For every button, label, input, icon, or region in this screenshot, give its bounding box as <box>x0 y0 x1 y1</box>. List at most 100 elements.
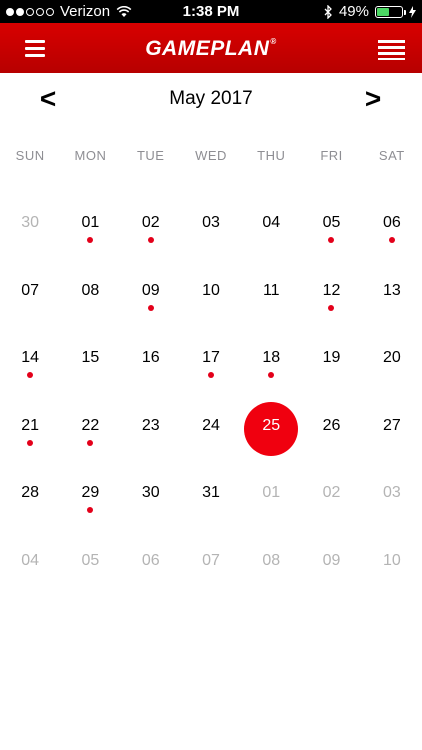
calendar-day[interactable]: 08 <box>241 527 301 595</box>
app-title: GAMEPLAN <box>145 37 270 60</box>
next-month-button[interactable]: > <box>358 84 388 114</box>
calendar-day[interactable]: 01 <box>241 459 301 527</box>
calendar-day[interactable]: 19 <box>301 324 361 392</box>
weekday-header: SUN MON TUE WED THU FRI SAT <box>0 148 422 163</box>
event-dot-icon <box>87 439 94 446</box>
event-dot-icon <box>207 372 214 378</box>
calendar-day[interactable]: 13 <box>362 257 422 325</box>
day-number: 21 <box>21 416 40 434</box>
list-view-icon[interactable] <box>378 40 405 60</box>
day-number: 01 <box>262 484 281 501</box>
day-number: 02 <box>322 484 341 501</box>
day-number: 22 <box>81 416 100 434</box>
calendar-week-row: 21 22 23 24 25 26 27 <box>0 392 422 460</box>
calendar-day[interactable]: 08 <box>60 257 120 325</box>
day-number: 11 <box>262 281 280 299</box>
calendar-day[interactable]: 05 <box>60 527 120 595</box>
calendar-day[interactable]: 06 <box>121 527 181 595</box>
calendar-day[interactable]: 11 <box>241 257 301 325</box>
day-number: 25 <box>262 416 281 434</box>
weekday-label: TUE <box>136 148 165 163</box>
calendar-day[interactable]: 21 <box>0 392 60 460</box>
calendar-day[interactable]: 06 <box>362 189 422 257</box>
registered-mark: ® <box>270 37 277 46</box>
day-number: 07 <box>21 281 40 299</box>
event-dot-icon <box>268 372 275 378</box>
day-number: 14 <box>21 349 40 366</box>
calendar-day[interactable]: 10 <box>181 257 241 325</box>
calendar-day[interactable]: 04 <box>241 189 301 257</box>
day-number: 03 <box>202 214 220 231</box>
calendar-week-row: 30 01 02 03 04 05 06 <box>0 189 422 257</box>
calendar-day[interactable]: 16 <box>121 324 181 392</box>
calendar-day[interactable]: 22 <box>60 392 120 460</box>
event-dot-icon <box>87 237 94 243</box>
weekday-label: WED <box>195 148 227 163</box>
calendar-day[interactable]: 30 <box>121 459 181 527</box>
day-number: 09 <box>141 281 160 299</box>
day-number: 02 <box>141 214 160 231</box>
event-dot-icon <box>27 439 33 446</box>
battery-icon <box>375 5 406 18</box>
calendar-day[interactable]: 24 <box>181 392 241 460</box>
app-header: GAMEPLAN® <box>0 23 422 73</box>
calendar-day[interactable]: 18 <box>241 324 301 392</box>
calendar-day[interactable]: 10 <box>362 527 422 595</box>
day-number: 30 <box>21 214 40 231</box>
day-number: 13 <box>382 281 401 299</box>
weekday-label: SUN <box>15 148 45 163</box>
event-dot-icon <box>27 372 33 378</box>
status-bar: Verizon 1:38 PM 49% <box>0 0 422 23</box>
day-number: 30 <box>141 484 160 501</box>
calendar-day[interactable]: 28 <box>0 459 60 527</box>
calendar-week-row: 14 15 16 17 18 19 20 <box>0 324 422 392</box>
calendar-day[interactable]: 03 <box>362 459 422 527</box>
calendar-day[interactable]: 20 <box>362 324 422 392</box>
day-number: 27 <box>382 416 401 434</box>
day-number: 05 <box>322 214 341 231</box>
calendar-day[interactable]: 17 <box>181 324 241 392</box>
calendar-day[interactable]: 30 <box>0 189 60 257</box>
charging-icon <box>409 5 416 18</box>
calendar-day[interactable]: 27 <box>362 392 422 460</box>
calendar-day[interactable]: 01 <box>60 189 120 257</box>
battery-percent: 49% <box>338 3 369 20</box>
day-number: 28 <box>21 484 40 501</box>
calendar-day[interactable]: 23 <box>121 392 181 460</box>
calendar-week-row: 28 29 30 31 01 02 03 <box>0 459 422 527</box>
day-number: 20 <box>382 349 401 366</box>
event-dot-icon <box>147 304 154 311</box>
day-number: 01 <box>81 214 100 231</box>
day-number: 07 <box>202 551 220 569</box>
calendar-day[interactable]: 07 <box>0 257 60 325</box>
calendar-day[interactable]: 02 <box>121 189 181 257</box>
calendar-day[interactable]: 29 <box>60 459 120 527</box>
calendar-day[interactable]: 05 <box>301 189 361 257</box>
calendar-day[interactable]: 15 <box>60 324 120 392</box>
calendar-day[interactable]: 14 <box>0 324 60 392</box>
calendar-day[interactable]: 09 <box>121 257 181 325</box>
app-logo: GAMEPLAN® <box>0 37 422 61</box>
calendar-day[interactable]: 07 <box>181 527 241 595</box>
weekday-label: THU <box>257 148 286 163</box>
day-number: 16 <box>141 349 160 366</box>
event-dot-icon <box>147 237 154 243</box>
calendar-day[interactable]: 09 <box>301 527 361 595</box>
calendar-day-selected[interactable]: 25 <box>241 392 301 460</box>
calendar-day[interactable]: 12 <box>301 257 361 325</box>
calendar-day[interactable]: 02 <box>301 459 361 527</box>
day-number: 24 <box>202 416 220 434</box>
calendar-day[interactable]: 03 <box>181 189 241 257</box>
day-number: 17 <box>202 349 220 366</box>
calendar-day[interactable]: 26 <box>301 392 361 460</box>
day-number: 06 <box>382 214 401 231</box>
day-number: 29 <box>81 484 100 501</box>
calendar-day[interactable]: 31 <box>181 459 241 527</box>
month-navigation: < May 2017 > <box>0 84 422 114</box>
calendar-day[interactable]: 04 <box>0 527 60 595</box>
day-number: 10 <box>382 551 401 569</box>
calendar-week-row: 07 08 09 10 11 12 13 <box>0 257 422 325</box>
bluetooth-icon <box>324 4 332 19</box>
day-number: 15 <box>81 349 100 366</box>
weekday-label: MON <box>74 148 107 163</box>
